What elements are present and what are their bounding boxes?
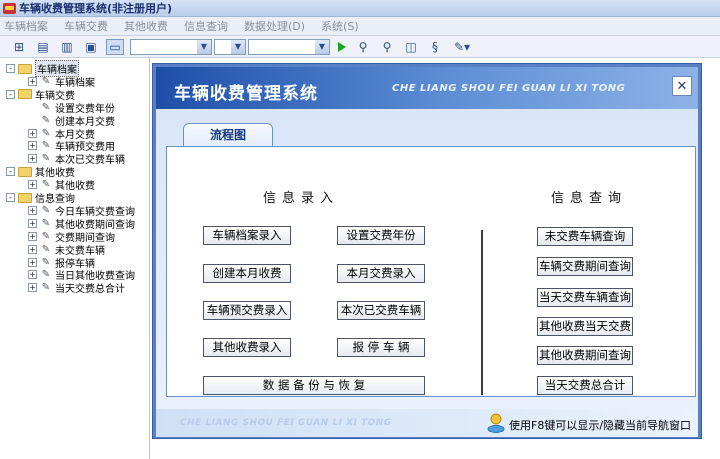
folder-icon [18, 166, 32, 177]
chevron-down-icon[interactable]: ▼ [197, 39, 211, 54]
preview-icon[interactable]: ◫ [402, 39, 420, 55]
section-divider [481, 230, 483, 395]
main-window: 车辆收费管理系统 CHE LIANG SHOU FEI GUAN LI XI T… [152, 63, 702, 439]
footer: CHE LIANG SHOU FEI GUAN LI XI TONG 使用F8键… [156, 409, 698, 437]
tab-flowchart[interactable]: 流程图 [183, 123, 273, 147]
collapse-icon[interactable]: - [6, 64, 15, 73]
collapse-icon[interactable]: - [6, 89, 15, 99]
form-icon: ✎ [41, 204, 51, 216]
form-icon: ✎ [41, 243, 51, 255]
folder-icon [18, 89, 32, 100]
find-next-icon[interactable]: ⚲ [378, 39, 396, 55]
tree-leaf-node[interactable]: + ✎ 当天交费总合计 [28, 281, 125, 296]
document-icon[interactable]: ▤ [34, 39, 52, 55]
expand-icon[interactable]: + [28, 141, 37, 151]
title-bar: 车辆收费管理系统(非注册用户) [0, 0, 720, 17]
form-icon: ✎ [41, 101, 51, 113]
other-fee-today-button[interactable]: 其他收费当天交费 [537, 317, 633, 336]
expand-icon[interactable]: + [28, 154, 37, 164]
collapse-icon[interactable]: - [6, 193, 15, 202]
other-fee-period-query-button[interactable]: 其他收费期间查询 [537, 346, 633, 365]
payment-period-query-button[interactable]: 车辆交费期间查询 [537, 257, 633, 276]
form-icon: ✎ [41, 269, 51, 281]
sort-icon[interactable]: § [426, 39, 444, 55]
prepay-entry-button[interactable]: 车辆预交费录入 [203, 301, 291, 320]
form-icon: ✎ [41, 230, 51, 242]
chevron-down-icon[interactable]: ▼ [315, 39, 329, 54]
today-total-button[interactable]: 当天交费总合计 [537, 376, 633, 395]
banner: 车辆收费管理系统 CHE LIANG SHOU FEI GUAN LI XI T… [156, 67, 698, 109]
content-panel: 流程图 信息录入 信息查询 车辆档案录入 设置交费年份 创建本月收费 本月交费录… [156, 109, 698, 409]
window-title: 车辆收费管理系统(非注册用户) [19, 2, 173, 15]
other-fee-entry-button[interactable]: 其他收费录入 [203, 338, 291, 357]
navigation-tip: 使用F8键可以显示/隐藏当前导航窗口 [509, 419, 692, 432]
filter-combo-1[interactable]: ▼ [130, 38, 212, 55]
menu-vehicle-payment[interactable]: 车辆交费 [64, 18, 108, 34]
form-icon: ✎ [41, 75, 51, 87]
expand-icon[interactable]: + [28, 244, 37, 254]
car-app-icon [3, 2, 16, 14]
expand-icon[interactable]: + [28, 180, 37, 190]
footer-subtitle: CHE LIANG SHOU FEI GUAN LI XI TONG [180, 418, 392, 428]
navigation-tree: - 车辆档案 + ✎ 车辆档案 - 车辆交费 ✎ 设置交费年份 ✎ 创建本月交费 + ✎ 本月交费 + ✎ 车辆… [0, 58, 150, 459]
close-icon[interactable]: ✕ [672, 76, 692, 96]
form-icon: ✎ [41, 140, 51, 152]
find-icon[interactable]: ⚲ [354, 39, 372, 55]
folder-icon [18, 63, 32, 74]
tree-node-label: 当天交费总合计 [55, 284, 125, 296]
menu-vehicle-records[interactable]: 车辆档案 [4, 18, 48, 34]
menu-data-processing[interactable]: 数据处理(D) [244, 18, 305, 34]
paid-vehicles-button[interactable]: 本次已交费车辆 [337, 301, 425, 320]
expand-icon[interactable]: + [28, 270, 37, 280]
data-backup-restore-button[interactable]: 数 据 备 份 与 恢 复 [203, 376, 425, 395]
expand-icon[interactable]: + [28, 76, 37, 86]
set-payment-year-button[interactable]: 设置交费年份 [337, 226, 425, 245]
chevron-down-icon[interactable]: ▼ [231, 39, 245, 54]
menu-bar: 车辆档案 车辆交费 其他收费 信息查询 数据处理(D) 系统(S) [0, 17, 720, 36]
create-month-fee-button[interactable]: 创建本月收费 [203, 264, 291, 283]
page-icon[interactable]: ▥ [58, 39, 76, 55]
play-icon[interactable] [338, 41, 346, 52]
unpaid-vehicle-query-button[interactable]: 未交费车辆查询 [537, 227, 633, 246]
month-payment-entry-button[interactable]: 本月交费录入 [337, 264, 425, 283]
menu-info-query[interactable]: 信息查询 [184, 18, 228, 34]
filter-combo-3[interactable]: ▼ [248, 38, 330, 55]
expand-icon[interactable]: + [28, 205, 37, 215]
banner-title: 车辆收费管理系统 [174, 84, 318, 104]
tree-view-icon[interactable]: ⊞ [10, 39, 28, 55]
expand-icon[interactable]: + [28, 218, 37, 228]
toolbar: ⊞ ▤ ▥ ▣ ▭ ▼ ▼ ▼ ⚲ ⚲ ◫ § ✎▾ [0, 36, 720, 58]
pencil-icon[interactable]: ✎▾ [450, 39, 474, 55]
image-icon[interactable]: ▣ [82, 39, 100, 55]
collapse-icon[interactable]: - [6, 167, 15, 177]
form-icon: ✎ [41, 127, 51, 139]
vehicle-record-entry-button[interactable]: 车辆档案录入 [203, 226, 291, 245]
window-icon[interactable]: ▭ [106, 38, 124, 55]
form-icon: ✎ [41, 153, 51, 165]
filter-combo-2[interactable]: ▼ [214, 38, 246, 55]
suspend-vehicle-button[interactable]: 报 停 车 辆 [337, 338, 425, 357]
menu-other-fees[interactable]: 其他收费 [124, 18, 168, 34]
menu-system[interactable]: 系统(S) [321, 18, 359, 34]
expand-icon[interactable]: + [28, 231, 37, 241]
folder-icon [18, 192, 32, 203]
form-icon: ✎ [41, 256, 51, 268]
entry-section-title: 信息录入 [263, 191, 340, 206]
today-paid-vehicle-query-button[interactable]: 当天交费车辆查询 [537, 288, 633, 307]
expand-icon[interactable]: + [28, 257, 37, 267]
form-icon: ✎ [41, 282, 51, 294]
form-icon: ✎ [41, 114, 51, 126]
flowchart-card: 信息录入 信息查询 车辆档案录入 设置交费年份 创建本月收费 本月交费录入 车辆… [166, 146, 696, 397]
form-icon: ✎ [41, 179, 51, 191]
expand-icon[interactable]: + [28, 128, 37, 138]
banner-subtitle: CHE LIANG SHOU FEI GUAN LI XI TONG [392, 83, 626, 94]
query-section-title: 信息查询 [551, 191, 628, 206]
form-icon: ✎ [41, 217, 51, 229]
expand-icon[interactable]: + [28, 283, 37, 293]
assistant-icon [487, 413, 505, 433]
